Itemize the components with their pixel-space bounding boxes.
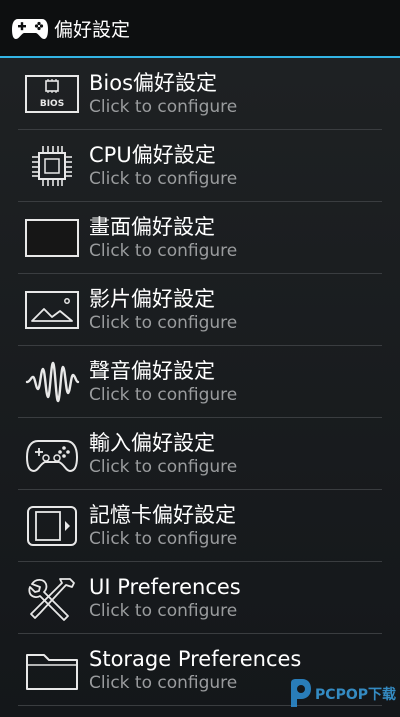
list-item-screen[interactable]: 畫面偏好設定 Click to configure — [0, 202, 400, 274]
item-title: UI Preferences — [89, 575, 241, 599]
list-item-input[interactable]: 輸入偏好設定 Click to configure — [0, 418, 400, 490]
watermark: PCPOP下载 — [266, 675, 396, 713]
gamepad-icon[interactable] — [10, 13, 50, 43]
preferences-list: BIOS Bios偏好設定 Click to configure CPU偏好設定 — [0, 58, 400, 706]
list-item-cpu[interactable]: CPU偏好設定 Click to configure — [0, 130, 400, 202]
folder-icon — [24, 647, 80, 693]
item-title: 記憶卡偏好設定 — [89, 503, 236, 527]
app-bar: 偏好設定 — [0, 0, 400, 58]
app-bar-title: 偏好設定 — [54, 18, 131, 41]
item-title: CPU偏好設定 — [89, 143, 216, 167]
memory-card-icon — [24, 503, 80, 549]
item-summary: Click to configure — [89, 601, 238, 621]
list-item-ui[interactable]: UI Preferences Click to configure — [0, 562, 400, 634]
picture-icon — [24, 287, 80, 333]
item-summary: Click to configure — [89, 169, 238, 189]
list-item-bios[interactable]: BIOS Bios偏好設定 Click to configure — [0, 58, 400, 130]
tools-icon — [24, 575, 80, 621]
item-summary: Click to configure — [89, 457, 238, 477]
item-title: 畫面偏好設定 — [89, 215, 215, 239]
item-title: 輸入偏好設定 — [89, 431, 215, 455]
item-summary: Click to configure — [89, 97, 238, 117]
list-item-memory-card[interactable]: 記憶卡偏好設定 Click to configure — [0, 490, 400, 562]
item-summary: Click to configure — [89, 529, 238, 549]
item-summary: Click to configure — [89, 385, 238, 405]
item-title: 影片偏好設定 — [89, 287, 215, 311]
item-summary: Click to configure — [89, 241, 238, 261]
item-title: Bios偏好設定 — [89, 71, 218, 95]
watermark-text: PCPOP下载 — [315, 687, 396, 703]
item-title: 聲音偏好設定 — [89, 359, 215, 383]
bios-chip-icon: BIOS — [24, 71, 80, 117]
gamepad-icon — [24, 431, 80, 477]
item-summary: Click to configure — [89, 313, 238, 333]
list-item-sound[interactable]: 聲音偏好設定 Click to configure — [0, 346, 400, 418]
screen-icon — [24, 215, 80, 261]
item-title: Storage Preferences — [89, 647, 302, 671]
bios-icon-label: BIOS — [40, 99, 64, 109]
watermark-logo-icon — [291, 679, 312, 707]
cpu-icon — [24, 143, 80, 189]
soundwave-icon — [24, 359, 80, 405]
list-item-video[interactable]: 影片偏好設定 Click to configure — [0, 274, 400, 346]
